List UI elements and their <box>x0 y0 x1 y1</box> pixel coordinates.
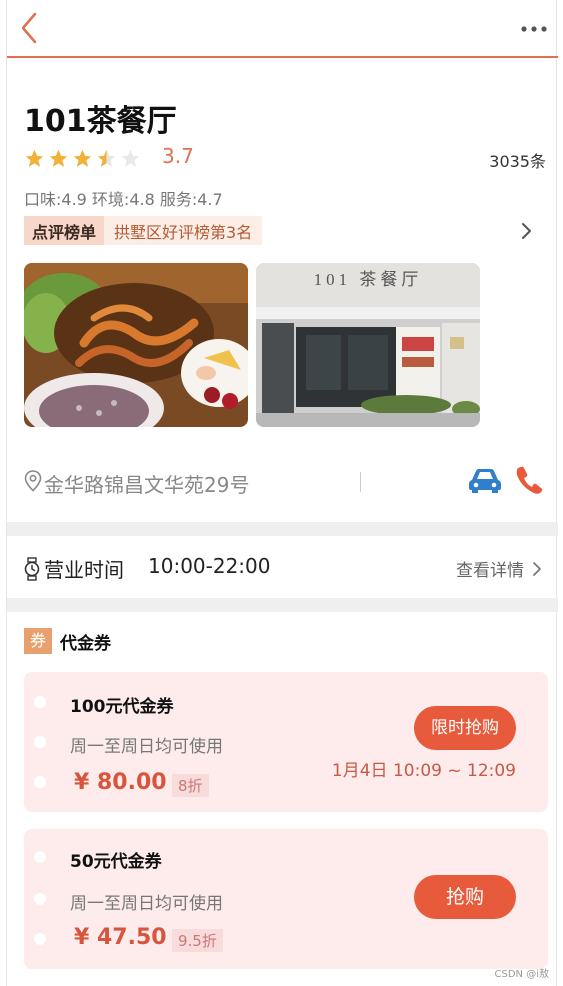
view-details-label: 查看详情 <box>456 561 524 581</box>
star-full-icon <box>25 149 44 167</box>
watch-icon <box>24 557 40 581</box>
card-dot <box>34 933 46 945</box>
app-frame: 101茶餐厅 3.7 3035条 口味:4.9 环境:4.8 服务:4.7 点评… <box>6 0 558 986</box>
coupon-price: ¥ 47.50 <box>74 925 167 950</box>
hours-label: 营业时间 <box>44 558 124 582</box>
location-pin-icon <box>24 470 42 492</box>
coupon-name: 50元代金券 <box>70 852 162 872</box>
star-rating <box>24 144 141 172</box>
card-dot <box>34 776 46 788</box>
chevron-left-icon[interactable] <box>13 10 43 46</box>
section-gap <box>7 598 558 612</box>
coupon-discount: 9.5折 <box>172 929 223 952</box>
phone-icon[interactable] <box>515 465 543 495</box>
hours-value: 10:00-22:00 <box>148 554 271 578</box>
more-dots-icon[interactable] <box>520 22 548 36</box>
rank-banner[interactable]: 点评榜单 拱墅区好评榜第3名 <box>24 216 263 245</box>
storefront-sign: 101 茶餐厅 <box>314 270 423 289</box>
star-full-icon <box>49 149 68 167</box>
star-half-icon <box>97 149 116 167</box>
coupon-discount: 8折 <box>172 774 209 797</box>
coupon-desc: 周一至周日均可使用 <box>70 894 223 914</box>
watermark: CSDN @i敖 <box>494 969 549 980</box>
rank-tag: 点评榜单 <box>24 216 105 245</box>
rating-score: 3.7 <box>162 144 194 168</box>
chevron-right-icon[interactable] <box>520 220 534 242</box>
address-text[interactable]: 金华路锦昌文华苑29号 <box>44 469 249 498</box>
sub-scores: 口味:4.9 环境:4.8 服务:4.7 <box>24 190 223 209</box>
view-details-link[interactable]: 查看详情 <box>456 556 542 581</box>
coupon-name: 100元代金券 <box>70 697 174 717</box>
rank-text: 拱墅区好评榜第3名 <box>104 216 263 245</box>
card-dot <box>34 696 46 708</box>
section-gap <box>7 522 558 536</box>
coupon-desc: 周一至周日均可使用 <box>70 737 223 757</box>
star-full-icon <box>73 149 92 167</box>
top-bar <box>7 0 558 58</box>
flash-buy-button[interactable]: 限时抢购 <box>414 706 516 750</box>
card-dot <box>34 736 46 748</box>
star-empty-icon <box>121 149 140 167</box>
coupon-time: 1月4日 10:09 ~ 12:09 <box>331 761 516 781</box>
coupon-price: ¥ 80.00 <box>74 770 167 795</box>
coupon-badge-icon: 券 <box>24 628 52 654</box>
review-count[interactable]: 3035条 <box>489 148 546 172</box>
divider <box>360 472 361 492</box>
hours-row: 营业时间 10:00-22:00 查看详情 <box>7 536 558 598</box>
food-photo[interactable] <box>24 263 248 427</box>
coupon-card[interactable]: 100元代金券 周一至周日均可使用 ¥ 80.00 8折 限时抢购 1月4日 1… <box>24 672 548 812</box>
card-dot <box>34 851 46 863</box>
coupon-card[interactable]: 50元代金券 周一至周日均可使用 ¥ 47.50 9.5折 抢购 <box>24 829 548 969</box>
storefront-photo[interactable]: 101 茶餐厅 <box>256 263 480 427</box>
shop-name: 101茶餐厅 <box>24 104 177 139</box>
coupon-header: 券 代金券 <box>24 628 111 654</box>
buy-button[interactable]: 抢购 <box>414 875 516 919</box>
card-dot <box>34 893 46 905</box>
car-icon[interactable] <box>467 466 503 494</box>
address-row: 金华路锦昌文华苑29号 <box>7 460 558 504</box>
coupon-section-title: 代金券 <box>60 633 111 654</box>
chevron-right-icon <box>533 561 541 576</box>
